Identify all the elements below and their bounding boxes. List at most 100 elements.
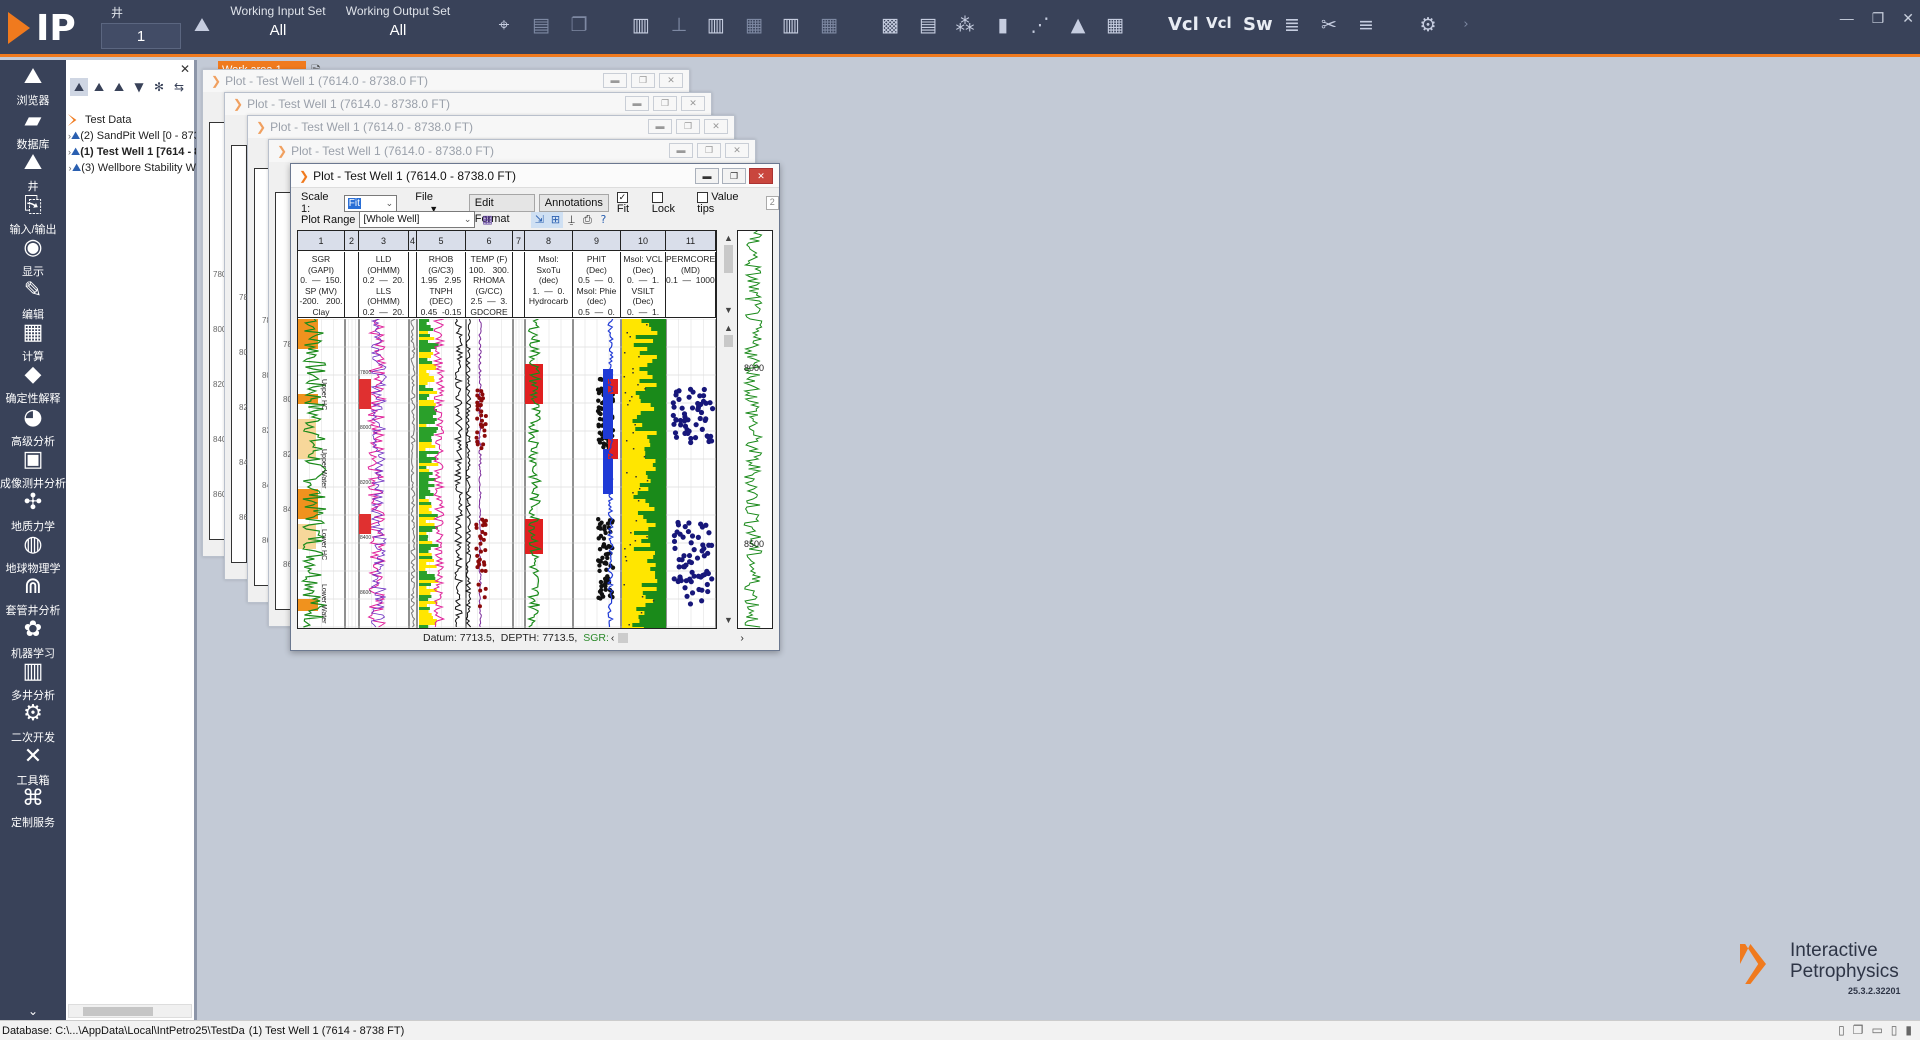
nav-item-9[interactable]: ▣ 成像测井分析 bbox=[0, 443, 66, 490]
well-selector[interactable]: 井 1 bbox=[101, 4, 181, 49]
scroll-thumb[interactable] bbox=[724, 335, 733, 347]
well-icon[interactable]: ⛰ bbox=[90, 78, 108, 96]
fit-checkbox[interactable]: ✓Fit bbox=[616, 191, 642, 215]
annotations-button[interactable]: Annotations bbox=[538, 194, 609, 212]
working-input-set[interactable]: Working Input Set All bbox=[224, 4, 332, 44]
nav-item-13[interactable]: ✿ 机器学习 bbox=[0, 613, 66, 660]
minimize-icon[interactable]: ▬ bbox=[603, 73, 627, 88]
nav-item-8[interactable]: ◕ 高级分析 bbox=[0, 401, 66, 448]
map-icon[interactable]: ⌖ bbox=[491, 12, 517, 38]
plot-range-select[interactable]: [Whole Well] ⌄ bbox=[359, 211, 476, 228]
tree-well-item[interactable]: › ⛰ (1) Test Well 1 [7614 - 8 bbox=[68, 144, 196, 160]
refresh-icon[interactable]: ⇆ bbox=[170, 78, 188, 96]
well-alt-icon[interactable]: ⛰ bbox=[110, 78, 128, 96]
track-header[interactable]: PHIT (Dec) 0.5 — 0. Msol: Phie (dec) 0.5… bbox=[573, 252, 621, 318]
well-schematic-icon[interactable]: ⊥ bbox=[666, 12, 692, 38]
export-icon[interactable]: ⎙ bbox=[579, 212, 595, 228]
track-header[interactable]: Msol: VCL (Dec) 0. — 1. VSILT (Dec) 0. —… bbox=[621, 252, 666, 318]
tree-horizontal-scrollbar[interactable] bbox=[68, 1004, 192, 1018]
nav-item-2[interactable]: ⛰ 井 bbox=[0, 146, 66, 193]
cutoff-icon[interactable]: ✂ bbox=[1316, 12, 1342, 38]
scroll-down-icon[interactable]: ▼ bbox=[721, 305, 736, 315]
scroll-right-icon[interactable]: › bbox=[740, 632, 744, 644]
track-header[interactable]: PERMCORE (MD) 0.1 — 10000 bbox=[666, 252, 716, 318]
minimize-icon[interactable]: ▬ bbox=[625, 96, 649, 111]
well-view-icon[interactable]: ⛰ bbox=[70, 78, 88, 96]
close-icon[interactable]: ✕ bbox=[180, 62, 190, 76]
log-plot-icon[interactable]: ▥ bbox=[628, 12, 654, 38]
nav-item-17[interactable]: ⌘ 定制服务 bbox=[0, 782, 66, 829]
well-selector-value[interactable]: 1 bbox=[101, 23, 181, 49]
cluster-icon[interactable]: ⁂ bbox=[952, 12, 978, 38]
nav-item-5[interactable]: ✎ 编辑 bbox=[0, 274, 66, 321]
tile-vertical-icon[interactable]: ▯ bbox=[1838, 1023, 1845, 1037]
chevron-down-icon[interactable]: ⌄ bbox=[0, 1004, 66, 1018]
minimize-icon[interactable]: ▬ bbox=[695, 168, 719, 184]
value-tips-count[interactable]: 2 bbox=[765, 196, 780, 210]
close-icon[interactable]: ✕ bbox=[681, 96, 705, 111]
track-header[interactable] bbox=[409, 252, 417, 318]
close-icon[interactable]: ✕ bbox=[659, 73, 683, 88]
track-header[interactable]: TEMP (F) 100. 300. RHOMA (G/CC) 2.5 — 3.… bbox=[466, 252, 513, 318]
log-tracks[interactable]: 7800 8000 8200 8400 8600 Upper HC Upper Water L… bbox=[298, 319, 716, 628]
sw-button[interactable]: Sw bbox=[1243, 14, 1273, 35]
save-icon[interactable]: ▤ bbox=[528, 12, 554, 38]
working-output-set[interactable]: Working Output Set All bbox=[343, 4, 453, 44]
well-icon[interactable]: ⛰ bbox=[189, 12, 215, 38]
table-icon[interactable]: ▤ bbox=[915, 12, 941, 38]
nav-item-0[interactable]: ⛰ 浏览器 bbox=[0, 60, 66, 107]
vcl-advanced-button[interactable]: Vcl bbox=[1206, 14, 1232, 32]
track-header[interactable]: Msol: SxoTu (dec) 1. — 0. Hydrocarb bbox=[525, 252, 573, 318]
gear-icon[interactable]: ✻ bbox=[150, 78, 168, 96]
log-plot-5-icon[interactable]: ▦ bbox=[816, 12, 842, 38]
log-plot-2-icon[interactable]: ▥ bbox=[703, 12, 729, 38]
nav-item-10[interactable]: ✣ 地质力学 bbox=[0, 486, 66, 533]
restore-icon[interactable]: ❐ bbox=[631, 73, 655, 88]
tree-root[interactable]: Test Data bbox=[68, 112, 196, 128]
track-header[interactable] bbox=[513, 252, 525, 318]
chevron-right-icon[interactable]: › bbox=[1453, 12, 1479, 38]
window-icon[interactable]: ▭ bbox=[1871, 1023, 1882, 1037]
track-header[interactable]: LLD (OHMM) 0.2 — 20. LLS (OHMM) 0.2 — 20… bbox=[359, 252, 409, 318]
porosity-sw-icon[interactable]: ≣ bbox=[1279, 12, 1305, 38]
sidebar-icon[interactable]: ▯ bbox=[1891, 1023, 1898, 1037]
restore-icon[interactable]: ❐ bbox=[722, 168, 746, 184]
histogram-icon[interactable]: ▮ bbox=[990, 12, 1016, 38]
checkbox-icon[interactable] bbox=[697, 191, 709, 203]
edit-format-button[interactable]: Edit Format bbox=[468, 194, 535, 225]
close-icon[interactable]: ✕ bbox=[1902, 10, 1914, 27]
lock-checkbox[interactable]: Lock bbox=[651, 191, 687, 215]
zoom-tool-icon[interactable]: ⊞ bbox=[547, 211, 564, 228]
scroll-up-icon[interactable]: ▲ bbox=[721, 233, 736, 243]
close-icon[interactable]: ✕ bbox=[725, 143, 749, 158]
overview-track[interactable]: 8000 8500 bbox=[737, 230, 773, 629]
minimize-icon[interactable]: ▬ bbox=[669, 143, 693, 158]
log-plot-3-icon[interactable]: ▦ bbox=[741, 12, 767, 38]
scroll-down-icon[interactable]: ▼ bbox=[721, 615, 736, 625]
nav-item-4[interactable]: ◉ 显示 bbox=[0, 231, 66, 278]
cursor-tool-icon[interactable]: ⇲ bbox=[531, 211, 548, 228]
nav-item-6[interactable]: ▦ 计算 bbox=[0, 316, 66, 363]
status-scroll-thumb[interactable] bbox=[618, 633, 629, 643]
log-plot-4-icon[interactable]: ▥ bbox=[778, 12, 804, 38]
working-output-value[interactable]: All bbox=[343, 18, 453, 44]
nav-item-14[interactable]: ▥ 多井分析 bbox=[0, 655, 66, 702]
checkbox-icon[interactable] bbox=[651, 191, 663, 203]
pin-icon[interactable]: ⍊ bbox=[563, 212, 579, 228]
multi-window-icon[interactable]: ❐ bbox=[566, 12, 592, 38]
restore-icon[interactable]: ❐ bbox=[697, 143, 721, 158]
summary-icon[interactable]: ≡ bbox=[1353, 12, 1379, 38]
vcl-button[interactable]: Vcl bbox=[1168, 14, 1199, 35]
cascade-icon[interactable]: ❐ bbox=[1853, 1023, 1864, 1037]
color-palette-icon[interactable]: ▦ bbox=[479, 212, 495, 228]
minimize-icon[interactable]: ▬ bbox=[648, 119, 672, 134]
settings-wrench-icon[interactable]: ⚙ bbox=[1415, 12, 1441, 38]
nav-item-7[interactable]: ◆ 确定性解释 bbox=[0, 358, 66, 405]
checkbox-checked-icon[interactable]: ✓ bbox=[616, 191, 628, 203]
tree-well-item[interactable]: › ⛰ (3) Wellbore Stability W bbox=[68, 160, 196, 176]
header-scroll-thumb[interactable] bbox=[724, 245, 733, 273]
close-icon[interactable]: ✕ bbox=[749, 168, 773, 184]
log-plot-area[interactable]: 1 2 3 4 5 6 7 8 9 10 11 SGR (GAPI) 0. — 150. SP (M… bbox=[297, 230, 717, 629]
scale-select[interactable]: Fit ⌄ bbox=[343, 194, 398, 212]
nav-item-1[interactable]: ▰ 数据库 bbox=[0, 104, 66, 151]
